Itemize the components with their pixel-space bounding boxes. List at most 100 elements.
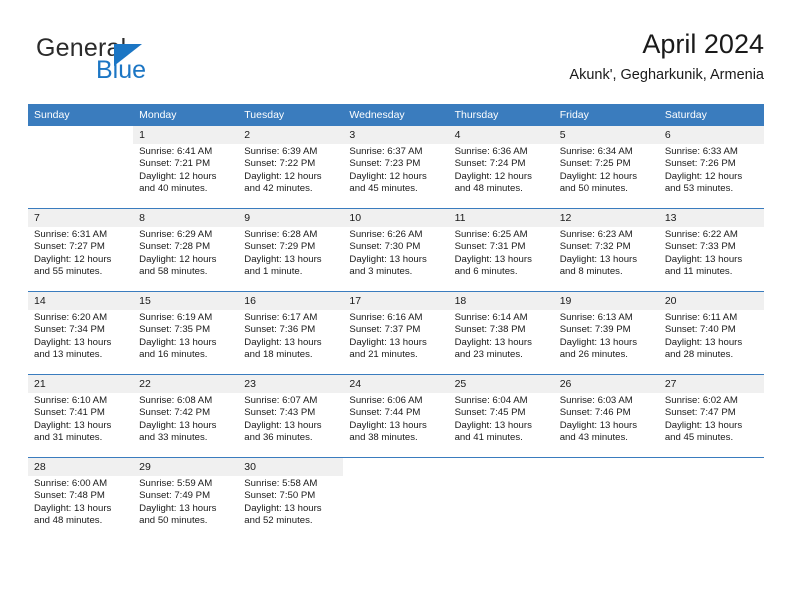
day-detail: Sunrise: 6:10 AM Sunset: 7:41 PM Daylight:… xyxy=(28,393,134,458)
day-detail: Sunrise: 5:59 AM Sunset: 7:49 PM Daylight:… xyxy=(133,476,239,540)
day-detail-line: Sunrise: 6:41 AM xyxy=(139,146,213,157)
day-detail-line: Daylight: 13 hours xyxy=(559,336,638,348)
day-detail: Sunrise: 6:19 AM Sunset: 7:35 PM Daylight:… xyxy=(133,310,239,375)
day-number[interactable]: 22 xyxy=(133,374,239,393)
day-number[interactable]: 8 xyxy=(133,208,239,227)
day-detail-line: Sunset: 7:36 PM xyxy=(244,324,316,336)
day-number[interactable]: 29 xyxy=(133,457,239,476)
day-detail-line: Sunset: 7:39 PM xyxy=(559,324,631,336)
day-detail-line: and 1 minute. xyxy=(244,265,303,277)
day-detail-line: Daylight: 12 hours xyxy=(559,170,638,182)
day-number-empty xyxy=(343,457,449,476)
day-number[interactable]: 10 xyxy=(343,208,449,227)
day-number[interactable]: 2 xyxy=(238,126,344,144)
day-number[interactable]: 20 xyxy=(658,291,764,310)
day-number[interactable]: 23 xyxy=(238,374,344,393)
day-number[interactable]: 17 xyxy=(343,291,449,310)
day-detail-line: Sunset: 7:25 PM xyxy=(559,158,631,170)
day-detail: Sunrise: 6:22 AM Sunset: 7:33 PM Daylight:… xyxy=(658,227,764,292)
day-detail-line: Sunrise: 6:03 AM xyxy=(559,395,633,406)
day-number[interactable]: 15 xyxy=(133,291,239,310)
day-detail-line: Daylight: 13 hours xyxy=(244,502,322,514)
day-detail-line: and 31 minutes. xyxy=(34,431,103,443)
day-detail-empty xyxy=(448,476,554,540)
day-detail-line: Daylight: 13 hours xyxy=(454,336,532,348)
day-detail: Sunrise: 6:28 AM Sunset: 7:29 PM Daylight:… xyxy=(238,227,344,292)
day-detail: Sunrise: 6:29 AM Sunset: 7:28 PM Daylight:… xyxy=(133,227,239,292)
day-number[interactable]: 21 xyxy=(28,374,134,393)
day-number[interactable]: 18 xyxy=(448,291,554,310)
day-number[interactable]: 4 xyxy=(448,126,554,144)
day-detail-line: Sunset: 7:22 PM xyxy=(244,158,316,170)
day-detail-line: and 3 minutes. xyxy=(349,265,413,277)
day-number[interactable]: 26 xyxy=(553,374,659,393)
calendar-page: General Blue April 2024 Akunk', Gegharku… xyxy=(0,0,792,612)
day-number[interactable]: 27 xyxy=(658,374,764,393)
day-number[interactable]: 28 xyxy=(28,457,134,476)
day-detail-line: Sunrise: 6:06 AM xyxy=(349,395,423,406)
day-detail-line: and 55 minutes. xyxy=(34,265,103,277)
day-detail-line: and 33 minutes. xyxy=(139,431,208,443)
day-number-empty xyxy=(448,457,554,476)
day-number[interactable]: 19 xyxy=(553,291,659,310)
week-daynumber-row: 14 15 16 17 18 19 20 xyxy=(28,291,764,310)
day-number[interactable]: 9 xyxy=(238,208,344,227)
day-number[interactable]: 30 xyxy=(238,457,344,476)
location-subtitle: Akunk', Gegharkunik, Armenia xyxy=(569,67,764,83)
day-detail-line: Sunset: 7:48 PM xyxy=(34,490,105,502)
day-detail-line: and 16 minutes. xyxy=(139,348,208,360)
day-detail-line: Daylight: 13 hours xyxy=(559,253,638,265)
day-detail-line: Sunset: 7:42 PM xyxy=(139,407,211,419)
weekday-header-wednesday: Wednesday xyxy=(343,104,449,126)
day-detail: Sunrise: 6:41 AM Sunset: 7:21 PM Daylight:… xyxy=(133,144,239,209)
day-detail-empty xyxy=(658,476,764,540)
day-detail-line: Daylight: 12 hours xyxy=(139,170,217,182)
day-detail-empty xyxy=(553,476,659,540)
day-detail-line: Sunrise: 6:28 AM xyxy=(244,229,318,240)
day-detail-line: and 42 minutes. xyxy=(244,182,313,194)
day-number[interactable]: 1 xyxy=(133,126,239,144)
day-detail: Sunrise: 6:11 AM Sunset: 7:40 PM Daylight:… xyxy=(658,310,764,375)
day-detail-line: Sunset: 7:44 PM xyxy=(349,407,421,419)
day-number[interactable]: 13 xyxy=(658,208,764,227)
day-detail-line: Sunset: 7:34 PM xyxy=(34,324,105,336)
week-detail-row: Sunrise: 6:20 AM Sunset: 7:34 PM Daylight:… xyxy=(28,310,764,375)
day-detail: Sunrise: 6:02 AM Sunset: 7:47 PM Daylight:… xyxy=(658,393,764,458)
day-detail-line: Sunrise: 6:13 AM xyxy=(559,312,633,323)
day-detail-line: Sunset: 7:50 PM xyxy=(244,490,316,502)
day-number[interactable]: 25 xyxy=(448,374,554,393)
day-detail: Sunrise: 6:06 AM Sunset: 7:44 PM Daylight:… xyxy=(343,393,449,458)
day-detail-line: Sunset: 7:27 PM xyxy=(34,241,105,253)
day-detail-line: and 58 minutes. xyxy=(139,265,208,277)
day-number[interactable]: 12 xyxy=(553,208,659,227)
day-detail-line: Daylight: 12 hours xyxy=(664,170,743,182)
day-detail-line: and 23 minutes. xyxy=(454,348,523,360)
day-detail: Sunrise: 6:25 AM Sunset: 7:31 PM Daylight:… xyxy=(448,227,554,292)
day-detail-line: Sunset: 7:26 PM xyxy=(664,158,736,170)
day-number[interactable]: 6 xyxy=(658,126,764,144)
day-detail: Sunrise: 5:58 AM Sunset: 7:50 PM Daylight:… xyxy=(238,476,344,540)
day-detail-line: Sunrise: 6:20 AM xyxy=(34,312,108,323)
day-detail-line: Sunrise: 6:10 AM xyxy=(34,395,108,406)
day-number[interactable]: 5 xyxy=(553,126,659,144)
day-detail-line: and 18 minutes. xyxy=(244,348,313,360)
day-number[interactable]: 24 xyxy=(343,374,449,393)
day-detail: Sunrise: 6:08 AM Sunset: 7:42 PM Daylight:… xyxy=(133,393,239,458)
day-number[interactable]: 7 xyxy=(28,208,134,227)
day-detail: Sunrise: 6:31 AM Sunset: 7:27 PM Daylight:… xyxy=(28,227,134,292)
day-detail-line: Sunrise: 6:19 AM xyxy=(139,312,213,323)
day-detail-line: Daylight: 13 hours xyxy=(244,253,322,265)
day-number[interactable]: 16 xyxy=(238,291,344,310)
week-daynumber-row: 28 29 30 xyxy=(28,457,764,476)
day-detail: Sunrise: 6:23 AM Sunset: 7:32 PM Daylight:… xyxy=(553,227,659,292)
day-detail: Sunrise: 6:26 AM Sunset: 7:30 PM Daylight:… xyxy=(343,227,449,292)
day-number[interactable]: 11 xyxy=(448,208,554,227)
day-detail-line: Sunset: 7:24 PM xyxy=(454,158,526,170)
day-detail-line: Sunrise: 5:58 AM xyxy=(244,478,318,489)
day-detail: Sunrise: 6:16 AM Sunset: 7:37 PM Daylight:… xyxy=(343,310,449,375)
day-number[interactable]: 14 xyxy=(28,291,134,310)
day-number[interactable]: 3 xyxy=(343,126,449,144)
day-detail-line: Sunset: 7:30 PM xyxy=(349,241,421,253)
day-detail-line: Daylight: 13 hours xyxy=(139,419,217,431)
day-detail-line: Sunrise: 6:36 AM xyxy=(454,146,528,157)
